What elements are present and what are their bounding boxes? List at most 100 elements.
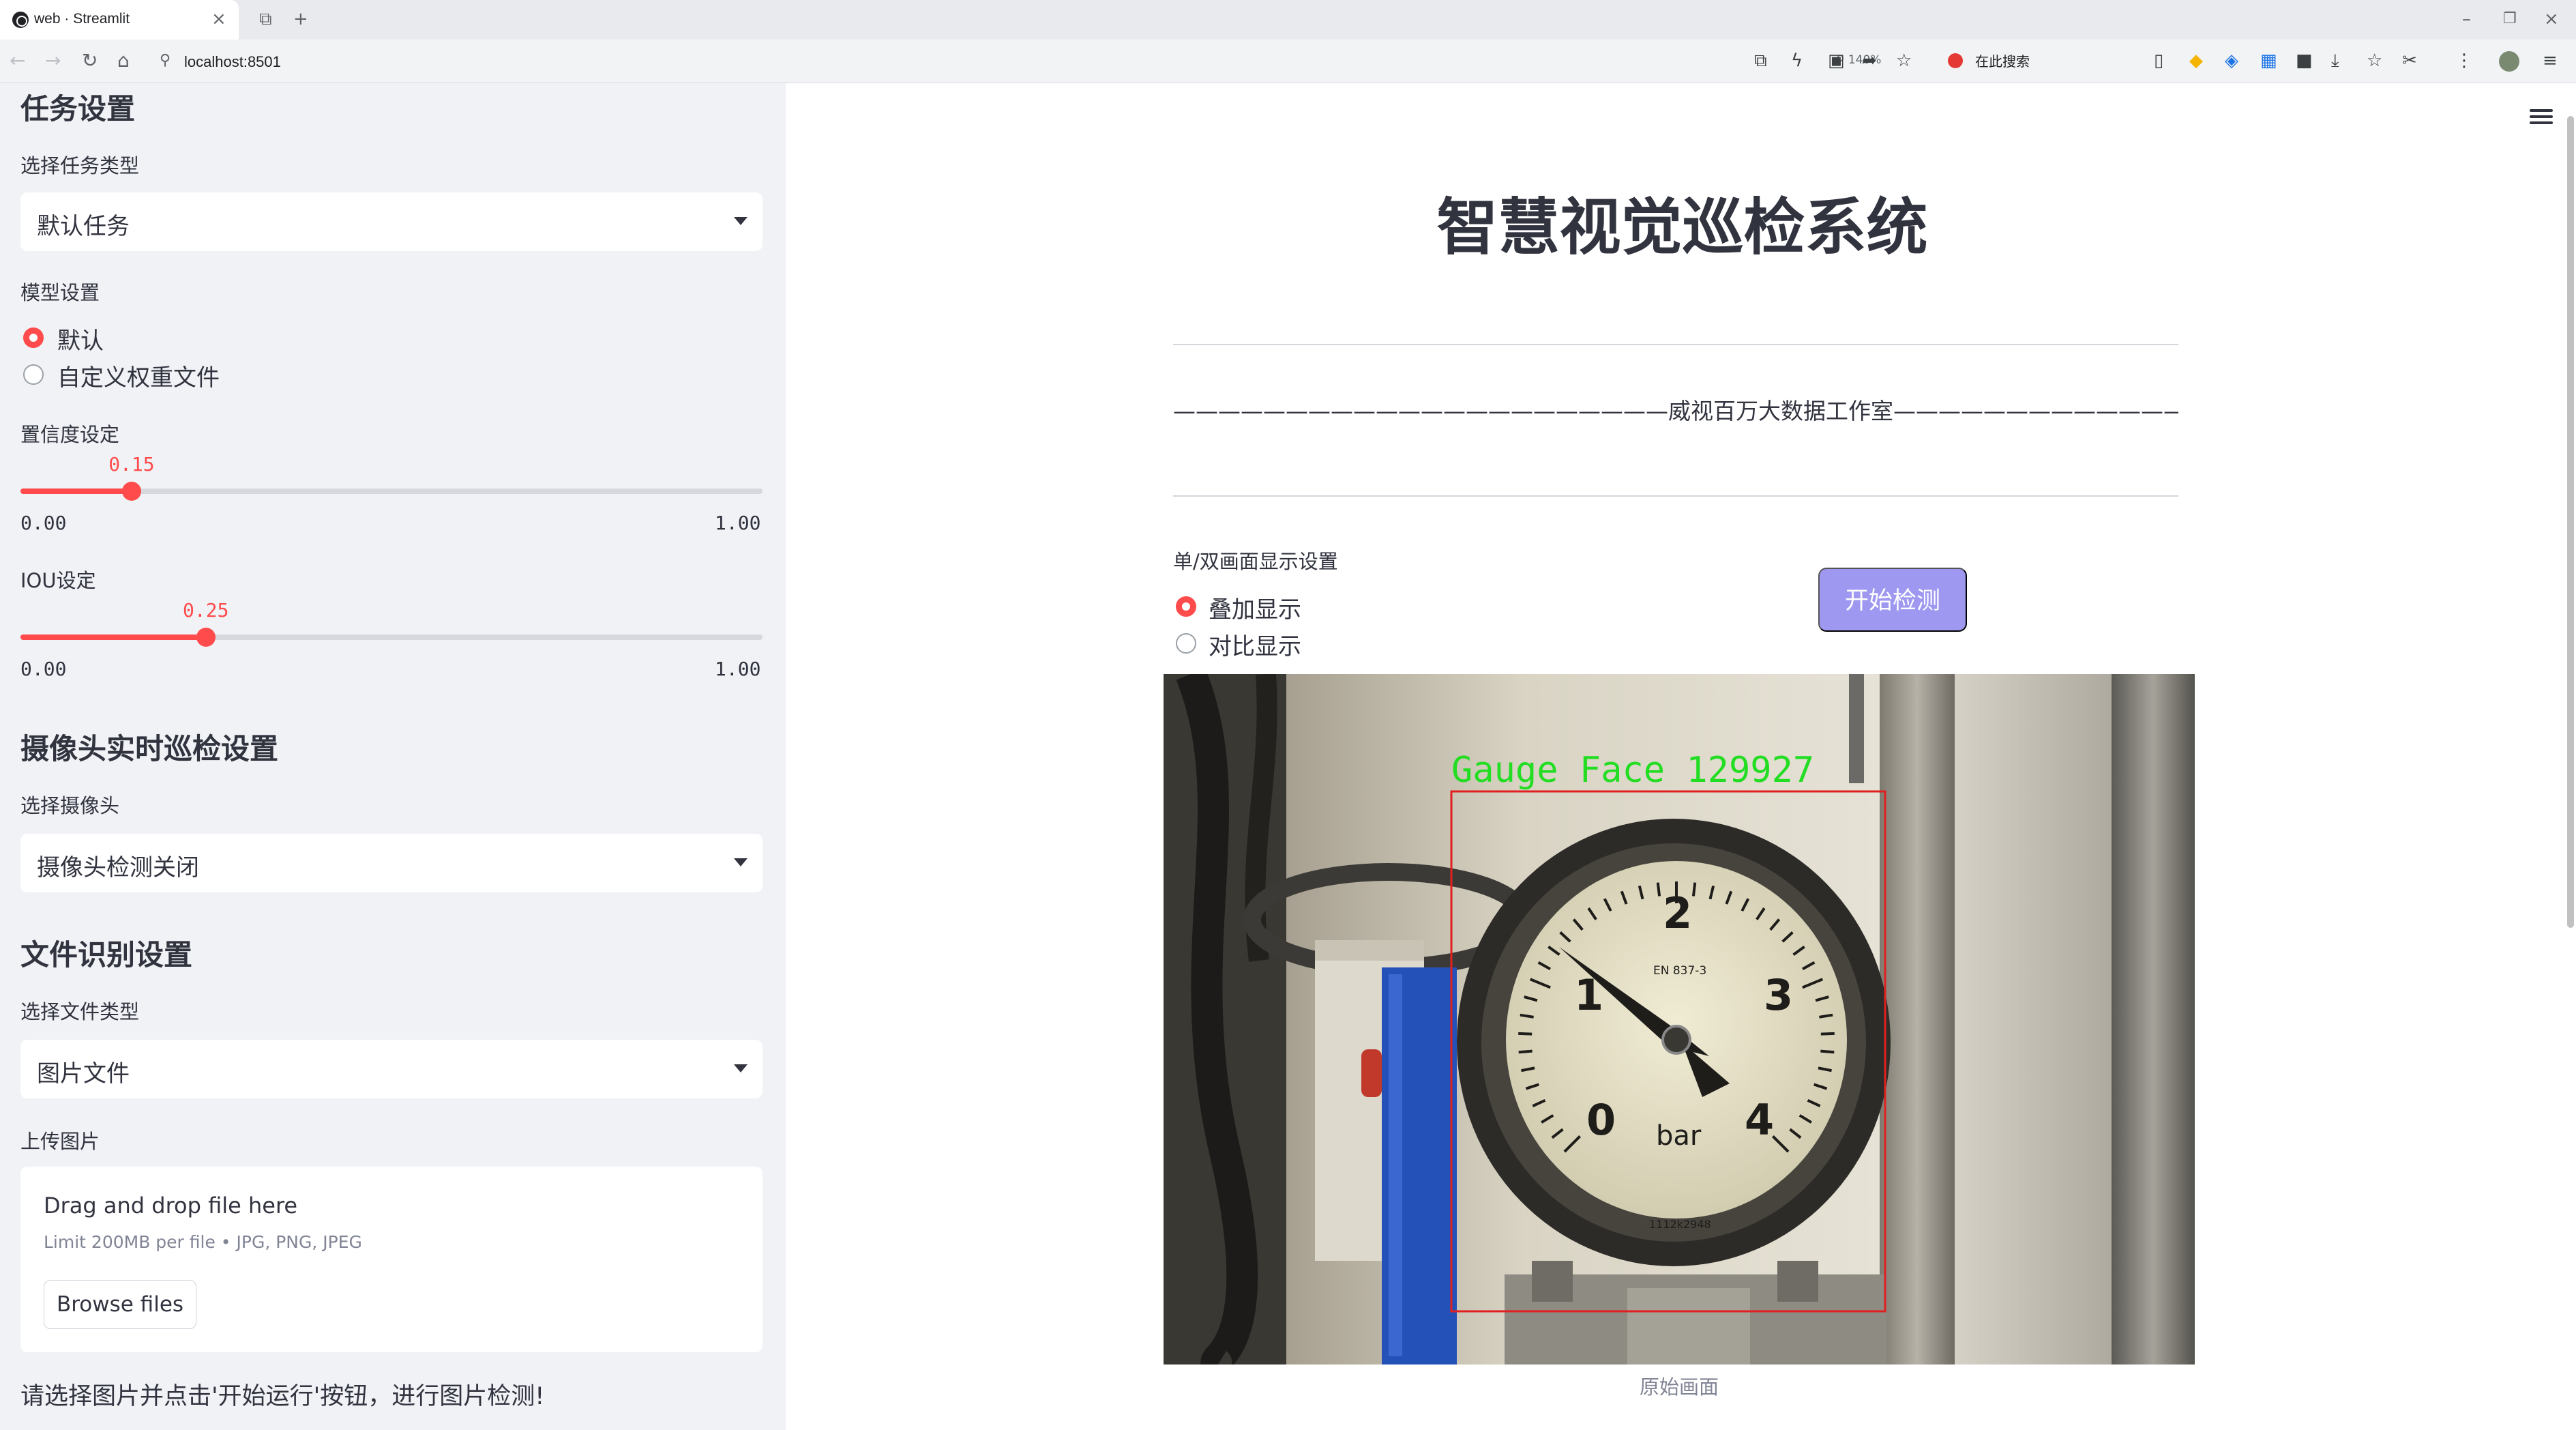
iou-label: IOU设定 [20,569,96,592]
sidebar: 任务设置 选择任务类型 默认任务 模型设置 默认 自定义权重文件 置信度设定 0… [0,83,786,1430]
share-icon[interactable]: ➦ [1862,49,1877,72]
camera-settings-heading: 摄像头实时巡检设置 [20,732,279,765]
file-settings-heading: 文件识别设置 [20,938,193,972]
extension-c-icon[interactable]: ▦ [2260,49,2277,72]
translate-icon[interactable]: ⧉ [1754,49,1767,72]
tab-group-icon[interactable]: ⧉ [259,8,272,30]
camera-select[interactable]: 摄像头检测关闭 [20,834,763,892]
main-content: 智慧视觉巡检系统 ——————————————————————威视百万大数据工作… [786,83,2576,1430]
extension-b-icon[interactable]: ◈ [2225,49,2238,72]
star-icon[interactable]: ☆ [1896,49,1912,72]
browser-tab-bar: web · Streamlit × ⧉ + – ❐ × [0,0,2576,40]
detection-image: 0 1 2 3 4 bar EN 837-3 1112k2948 Gauge F… [1164,674,2195,1365]
gauge-model: EN 837-3 [1653,964,1706,978]
confidence-slider-fill [20,488,132,494]
home-icon[interactable]: ⌂ [117,49,130,72]
confidence-label: 置信度设定 [20,423,120,446]
gauge-photo: 0 1 2 3 4 bar EN 837-3 1112k2948 Gauge F… [1164,674,2195,1365]
reload-icon[interactable]: ↻ [82,49,98,72]
main-menu-icon[interactable] [2530,109,2553,127]
browse-files-button[interactable]: Browse files [44,1280,196,1329]
confidence-min: 0.00 [20,512,67,534]
url-field[interactable]: ⚲ localhost:8501 ⚲ 140% [151,45,2157,78]
radio-display-overlay[interactable] [1176,596,1196,617]
profile-avatar[interactable] [2499,51,2519,72]
tab-title: web · Streamlit [34,11,130,27]
search-engine-box[interactable]: 在此搜索 [1937,45,2142,78]
iou-value: 0.25 [183,599,229,622]
model-settings-label: 模型设置 [20,281,100,304]
start-detection-button[interactable]: 开始检测 [1818,568,1967,632]
browser-menu-icon[interactable]: ≡ [2543,49,2558,72]
chevron-down-icon [734,217,747,225]
url-text: localhost:8501 [184,53,281,70]
task-type-label: 选择任务类型 [20,154,140,177]
detection-label: Gauge Face 129927 [1451,750,1814,791]
iou-slider[interactable] [20,628,763,647]
extension-a-icon[interactable]: ◆ [2189,49,2203,72]
radio-model-default[interactable] [23,327,44,348]
gauge-tick-2: 2 [1663,888,1692,938]
gauge-tick-mark [1656,882,1661,896]
sidebar-toggle-icon[interactable]: ▯ [2154,49,2163,72]
close-tab-icon[interactable]: × [211,9,226,29]
gauge-serial: 1112k2948 [1649,1218,1711,1231]
instruction-note: 请选择图片并点击'开始运行'按钮，进行图片检测! [20,1383,545,1410]
more-menu-icon[interactable]: ⋮ [2455,49,2473,72]
file-type-value: 图片文件 [37,1060,130,1088]
radio-model-custom-label: 自定义权重文件 [57,364,220,392]
bookmarks-icon[interactable]: ☆ [2367,49,2382,72]
lightning-icon[interactable]: ϟ [1791,49,1803,72]
page-title-text: 智慧视觉巡检系统 [1436,192,1928,263]
radio-display-compare-label: 对比显示 [1209,633,1301,660]
display-mode-label: 单/双画面显示设置 [1173,550,1338,573]
iou-min: 0.00 [20,658,67,680]
radio-model-custom[interactable] [23,364,44,385]
page-title: 智慧视觉巡检系统 [786,177,2576,266]
upload-label: 上传图片 [20,1130,100,1153]
back-icon[interactable]: ← [10,49,25,72]
confidence-slider[interactable] [20,482,763,501]
camera-select-value: 摄像头检测关闭 [37,854,199,881]
chevron-down-icon [734,858,747,866]
search-placeholder: 在此搜索 [1975,53,2030,70]
file-type-select[interactable]: 图片文件 [20,1040,763,1098]
iou-slider-thumb[interactable] [196,628,216,647]
new-tab-icon[interactable]: + [293,8,308,30]
download-icon[interactable]: ⤓ [2331,49,2339,72]
page: web · Streamlit × ⧉ + – ❐ × ← → ↻ ⌂ ⚲ lo… [0,0,2576,1430]
file-type-label: 选择文件类型 [20,1000,140,1023]
iou-slider-fill [20,634,206,640]
restore-icon[interactable]: ❐ [2503,8,2517,30]
cut-icon[interactable]: ✂ [2402,49,2417,72]
image-caption: 原始画面 [1639,1375,1719,1399]
task-type-select[interactable]: 默认任务 [20,192,763,251]
gauge-tick-mark [1820,1049,1835,1054]
gauge-tick-4: 4 [1745,1095,1774,1145]
gauge-tick-mark [1518,1049,1533,1054]
dropzone-title: Drag and drop file here [44,1193,298,1219]
extension-d-icon[interactable]: ■ [2296,49,2313,72]
extension-icon[interactable]: ▣ [1828,49,1845,72]
task-settings-heading: 任务设置 [20,92,136,126]
browser-tab[interactable]: web · Streamlit × [0,0,239,40]
confidence-max: 1.00 [715,512,761,534]
file-dropzone[interactable]: Drag and drop file here Limit 200MB per … [20,1167,763,1352]
close-window-icon[interactable]: × [2544,8,2559,30]
minimize-icon[interactable]: – [2462,8,2471,30]
forward-icon[interactable]: → [45,49,61,72]
browser-address-bar: ← → ↻ ⌂ ⚲ localhost:8501 ⚲ 140% ⧉ ϟ ▣ ➦ … [0,40,2576,83]
divider-top [1173,344,2178,345]
search-icon: ⚲ [160,52,171,69]
gauge-tick-mark [1691,882,1697,896]
studio-banner: ——————————————————————威视百万大数据工作室————————… [1173,398,2178,424]
confidence-value: 0.15 [108,453,155,476]
gauge-tick-0: 0 [1586,1095,1616,1145]
streamlit-favicon-icon [12,12,29,28]
radio-display-compare[interactable] [1176,633,1196,654]
confidence-slider-thumb[interactable] [122,482,142,501]
task-type-value: 默认任务 [37,213,130,240]
gauge-tick-3: 3 [1764,970,1793,1020]
radio-display-overlay-label: 叠加显示 [1209,596,1301,624]
dropzone-limit: Limit 200MB per file • JPG, PNG, JPEG [44,1232,362,1252]
